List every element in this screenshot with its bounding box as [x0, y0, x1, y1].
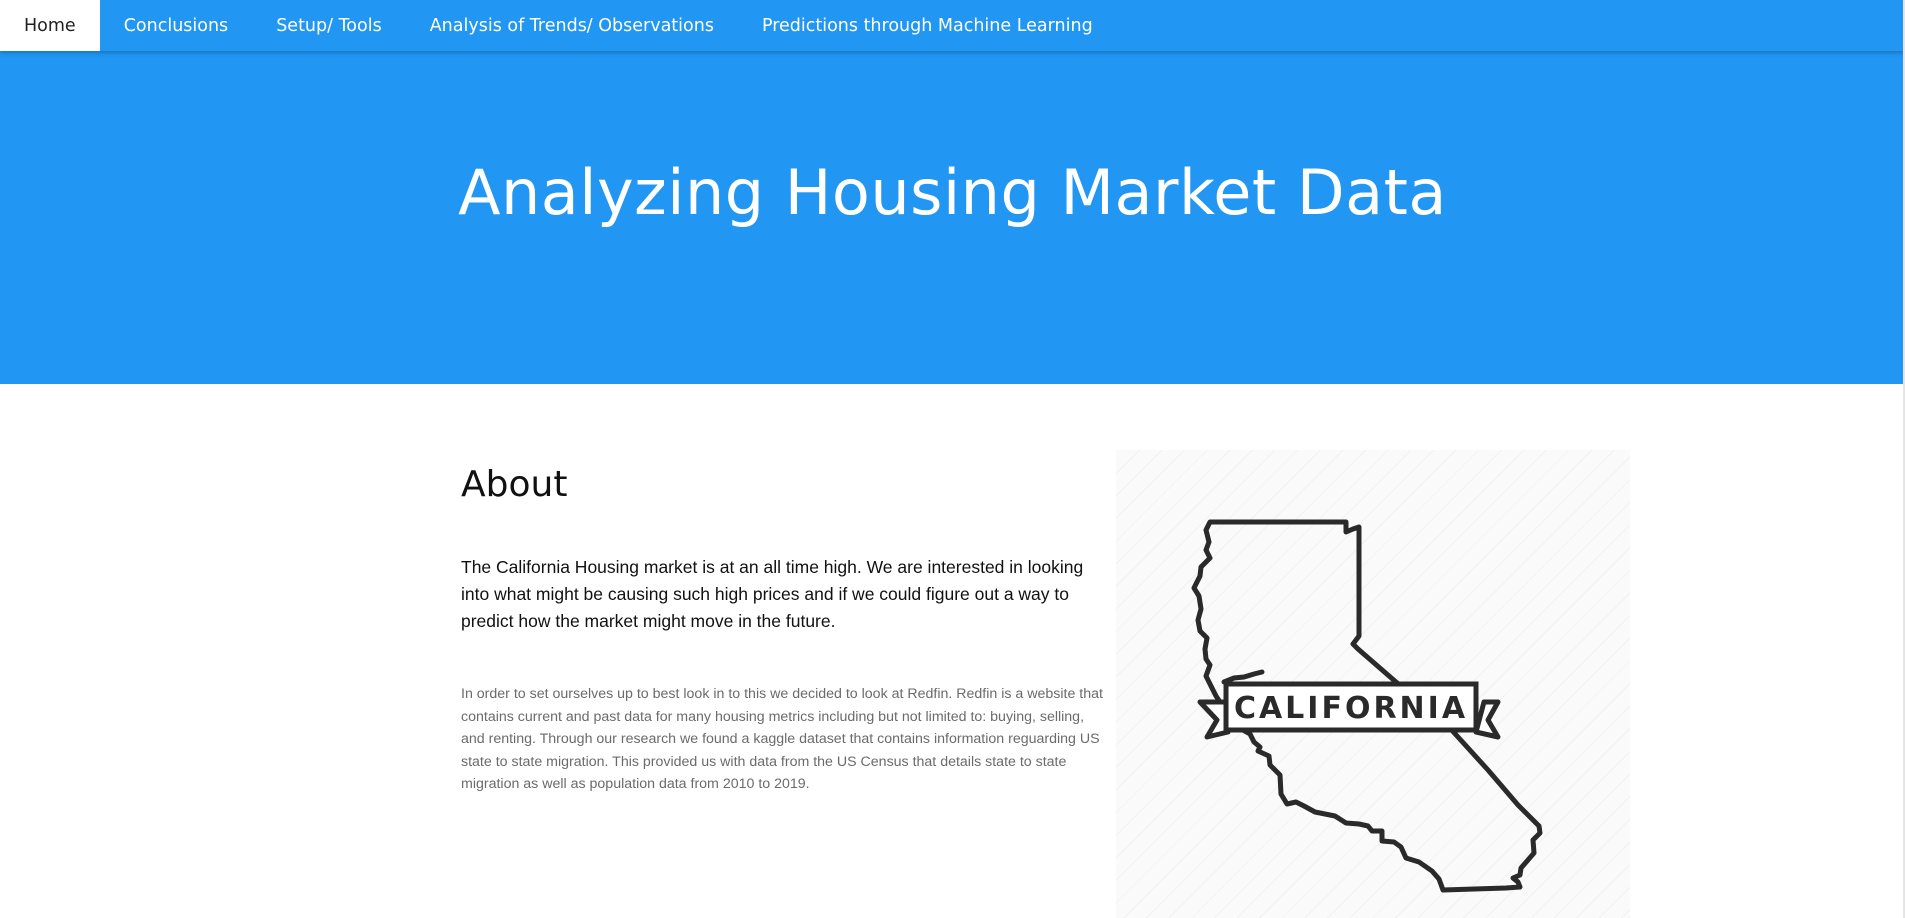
about-heading: About — [461, 464, 568, 505]
about-detail-paragraph: In order to set ourselves up to best loo… — [461, 686, 1103, 793]
hero-banner: Analyzing Housing Market Data — [0, 0, 1905, 384]
bay-area-detail — [1221, 669, 1265, 685]
nav-item-predictions-ml[interactable]: Predictions through Machine Learning — [738, 0, 1117, 51]
banner-text: CALIFORNIA — [1234, 691, 1468, 726]
california-illustration: CALIFORNIA — [1116, 450, 1630, 918]
nav-item-setup-tools[interactable]: Setup/ Tools — [252, 0, 406, 51]
california-map-icon: CALIFORNIA — [1191, 519, 1543, 893]
nav-item-conclusions[interactable]: Conclusions — [100, 0, 253, 51]
nav-item-home[interactable]: Home — [0, 0, 100, 51]
california-banner: CALIFORNIA — [1197, 681, 1501, 740]
page-title: Analyzing Housing Market Data — [458, 156, 1447, 229]
nav-item-analysis-trends[interactable]: Analysis of Trends/ Observations — [406, 0, 738, 51]
about-lead-paragraph: The California Housing market is at an a… — [461, 557, 1084, 631]
top-navigation: Home Conclusions Setup/ Tools Analysis o… — [0, 0, 1905, 51]
